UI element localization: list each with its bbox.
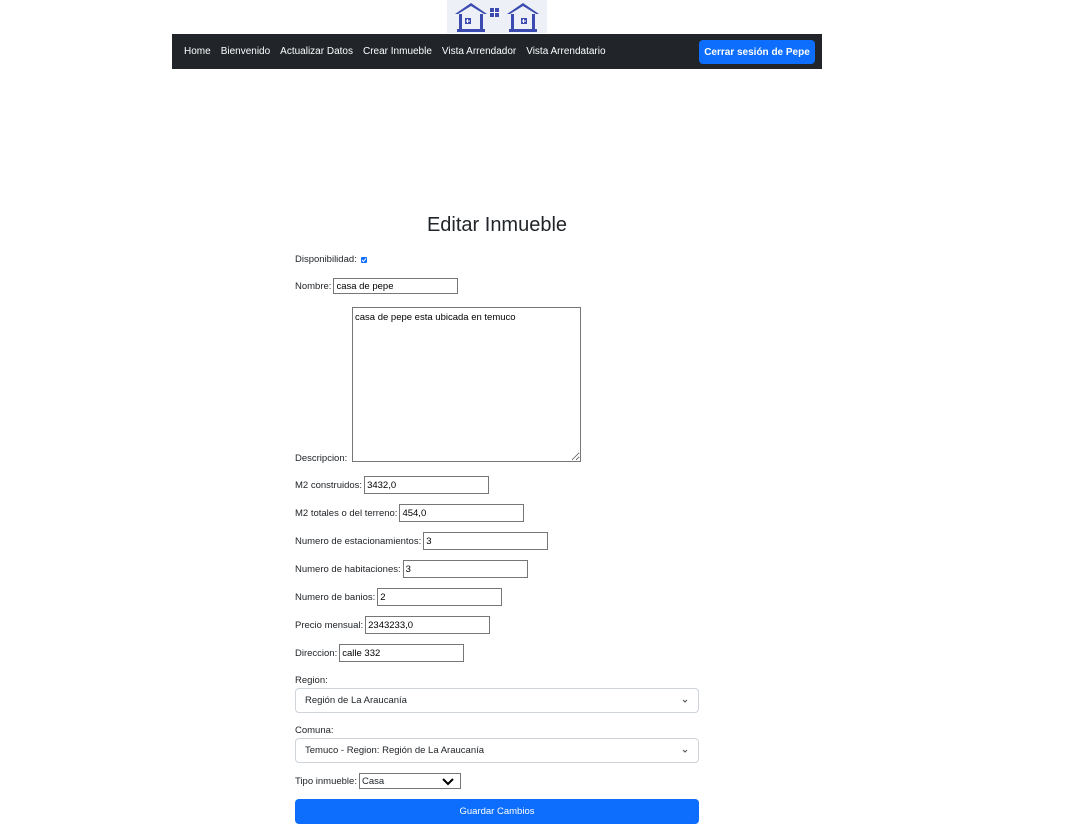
precio-label: Precio mensual: [295, 619, 364, 631]
nombre-input[interactable] [333, 278, 459, 294]
estacionamientos-row: Numero de estacionamientos: [295, 532, 549, 550]
tipo-inmueble-select[interactable]: Casa [358, 773, 461, 789]
comuna-select[interactable]: Temuco - Region: Región de La Araucanía [295, 738, 699, 763]
precio-input[interactable] [365, 616, 491, 634]
estacionamientos-input[interactable] [423, 532, 549, 550]
descripcion-label: Descripcion: [295, 453, 348, 464]
nav-link-home[interactable]: Home [184, 46, 211, 57]
region-select[interactable]: Región de La Araucanía [295, 688, 699, 713]
m2-construidos-input[interactable] [364, 476, 490, 494]
comuna-selected-value: Temuco - Region: Región de La Araucanía [305, 745, 485, 756]
direccion-input[interactable] [339, 644, 465, 662]
page-title: Editar Inmueble [426, 214, 568, 236]
disponibilidad-row: Disponibilidad: [295, 254, 367, 265]
nav-link-bienvenido[interactable]: Bienvenido [221, 46, 270, 57]
nav-link-crear-inmueble[interactable]: Crear Inmueble [363, 46, 432, 57]
banios-row: Numero de banios: [295, 588, 503, 606]
habitaciones-row: Numero de habitaciones: [295, 560, 528, 578]
direccion-row: Direccion: [295, 644, 465, 662]
descripcion-textarea[interactable]: casa de pepe esta ubicada en temuco [352, 307, 581, 462]
nav-link-actualizar-datos[interactable]: Actualizar Datos [280, 46, 353, 57]
region-label: Region: [295, 675, 328, 686]
habitaciones-label: Numero de habitaciones: [295, 563, 401, 575]
tipo-inmueble-selected-value: Casa [361, 775, 385, 787]
save-changes-button[interactable]: Guardar Cambios [295, 799, 699, 824]
chevron-down-icon [682, 749, 688, 753]
logo [447, 0, 547, 33]
top-navbar: Home Bienvenido Actualizar Datos Crear I… [172, 34, 822, 69]
nav-link-vista-arrendador[interactable]: Vista Arrendador [442, 46, 516, 57]
tipo-inmueble-row: Tipo inmueble: Casa [295, 773, 461, 789]
disponibilidad-label: Disponibilidad: [295, 254, 357, 265]
m2-totales-label: M2 totales o del terreno: [295, 507, 398, 519]
region-selected-value: Región de La Araucanía [305, 695, 407, 706]
banios-label: Numero de banios: [295, 591, 376, 603]
logout-button[interactable]: Cerrar sesión de Pepe [699, 40, 815, 64]
habitaciones-input[interactable] [402, 560, 528, 578]
precio-row: Precio mensual: [295, 616, 491, 634]
tipo-inmueble-label: Tipo inmueble: [295, 775, 357, 787]
houses-logo-icon [447, 0, 547, 33]
chevron-down-icon [682, 699, 688, 703]
estacionamientos-label: Numero de estacionamientos: [295, 535, 422, 547]
comuna-label: Comuna: [295, 725, 334, 736]
nombre-row: Nombre: [295, 278, 459, 294]
m2-construidos-label: M2 construidos: [295, 479, 363, 491]
direccion-label: Direccion: [295, 647, 338, 659]
nav-link-vista-arrendatario[interactable]: Vista Arrendatario [526, 46, 605, 57]
m2-construidos-row: M2 construidos: [295, 476, 490, 494]
checkmark-icon [361, 257, 367, 262]
banios-input[interactable] [377, 588, 503, 606]
chevron-down-icon [442, 778, 454, 786]
nav-links: Home Bienvenido Actualizar Datos Crear I… [184, 34, 616, 69]
m2-totales-row: M2 totales o del terreno: [295, 504, 525, 522]
nombre-label: Nombre: [295, 280, 332, 292]
disponibilidad-checkbox[interactable] [360, 256, 367, 263]
m2-totales-input[interactable] [399, 504, 525, 522]
